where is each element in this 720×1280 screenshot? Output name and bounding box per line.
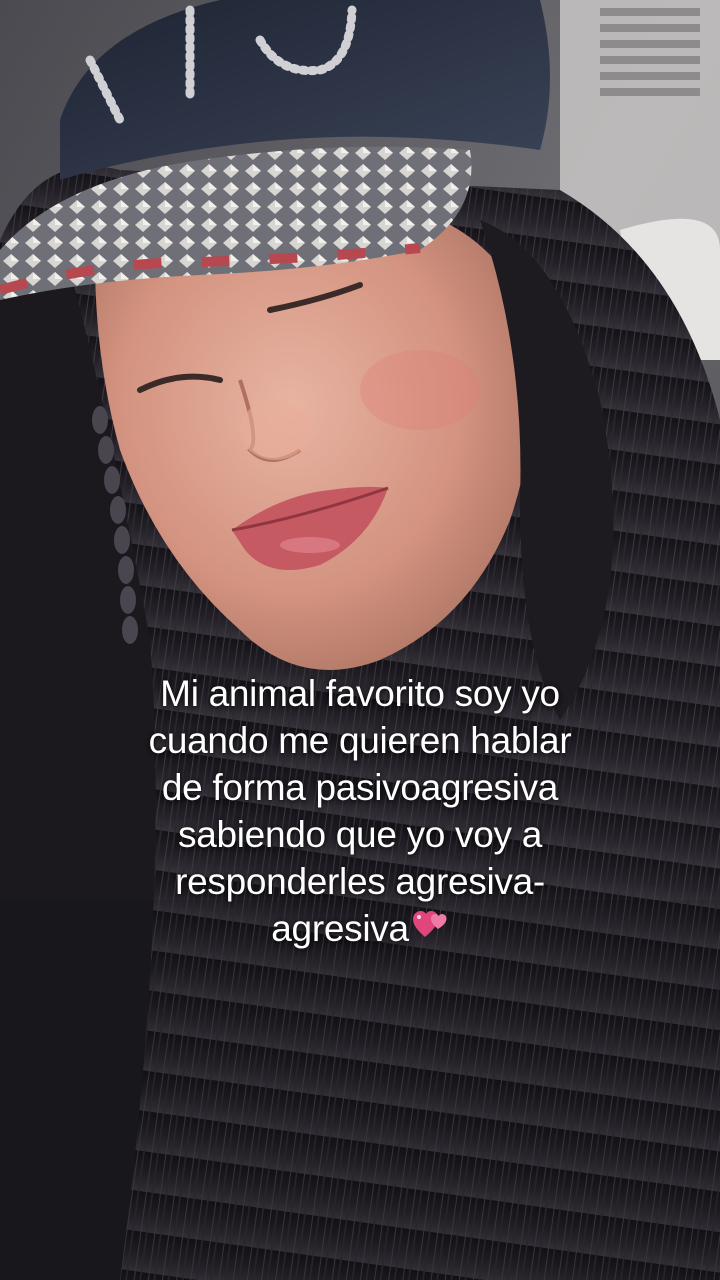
caption-line-5: responderles agresiva- [175,861,545,902]
photo-scene [0,0,720,1280]
caption-line-1: Mi animal favorito soy yo [160,673,560,714]
two-hearts-icon [412,905,449,952]
caption-line-3: de forma pasivoagresiva [161,767,559,808]
caption-line-6-wrap: agresiva [60,905,660,952]
caption-line-4: sabiendo que yo voy a [178,814,542,855]
video-frame: Mi animal favorito soy yo cuando me quie… [0,0,720,1280]
caption-line-2: cuando me quieren hablar [148,720,572,761]
caption-line-6: agresiva [271,908,409,949]
video-caption: Mi animal favorito soy yo cuando me quie… [60,670,660,952]
